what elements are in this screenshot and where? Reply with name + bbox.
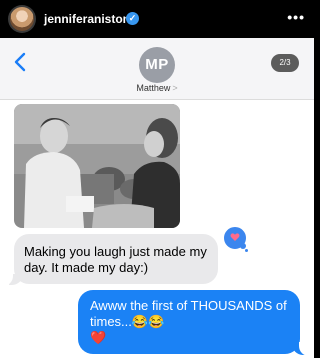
received-message-bubble: Making you laugh just made my day. It ma… [14, 234, 218, 284]
back-chevron-icon[interactable] [10, 51, 32, 73]
conversation-header: MP Matthew > 2/3 [0, 38, 314, 100]
message-screenshot: MP Matthew > 2/3 Making you laugh just ma… [0, 38, 314, 358]
sent-message-text: Awww the first of THOUSANDS of times... [90, 298, 287, 329]
contact-name[interactable]: Matthew > [0, 82, 314, 94]
contact-avatar[interactable]: MP [139, 47, 175, 83]
shared-photo[interactable] [14, 104, 180, 228]
red-heart-emoji: ❤️ [90, 330, 107, 345]
profile-photo [10, 7, 34, 31]
more-options-icon[interactable]: ••• [287, 9, 305, 25]
verified-badge-icon: ✓ [126, 12, 139, 25]
chevron-right-icon: > [172, 83, 178, 93]
heart-tapback-icon [230, 233, 240, 241]
carousel-page-indicator: 2/3 [271, 54, 299, 72]
instagram-header: jenniferaniston ✓ ••• [0, 0, 314, 38]
laughing-emoji: 😂😂 [131, 314, 165, 329]
photo-image [14, 104, 180, 228]
contact-name-label: Matthew [136, 83, 171, 93]
profile-avatar[interactable] [8, 5, 36, 33]
sent-message-bubble: Awww the first of THOUSANDS of times...😂… [78, 290, 300, 354]
tapback-tail-dot-small [245, 249, 248, 252]
username[interactable]: jenniferaniston [44, 11, 130, 27]
